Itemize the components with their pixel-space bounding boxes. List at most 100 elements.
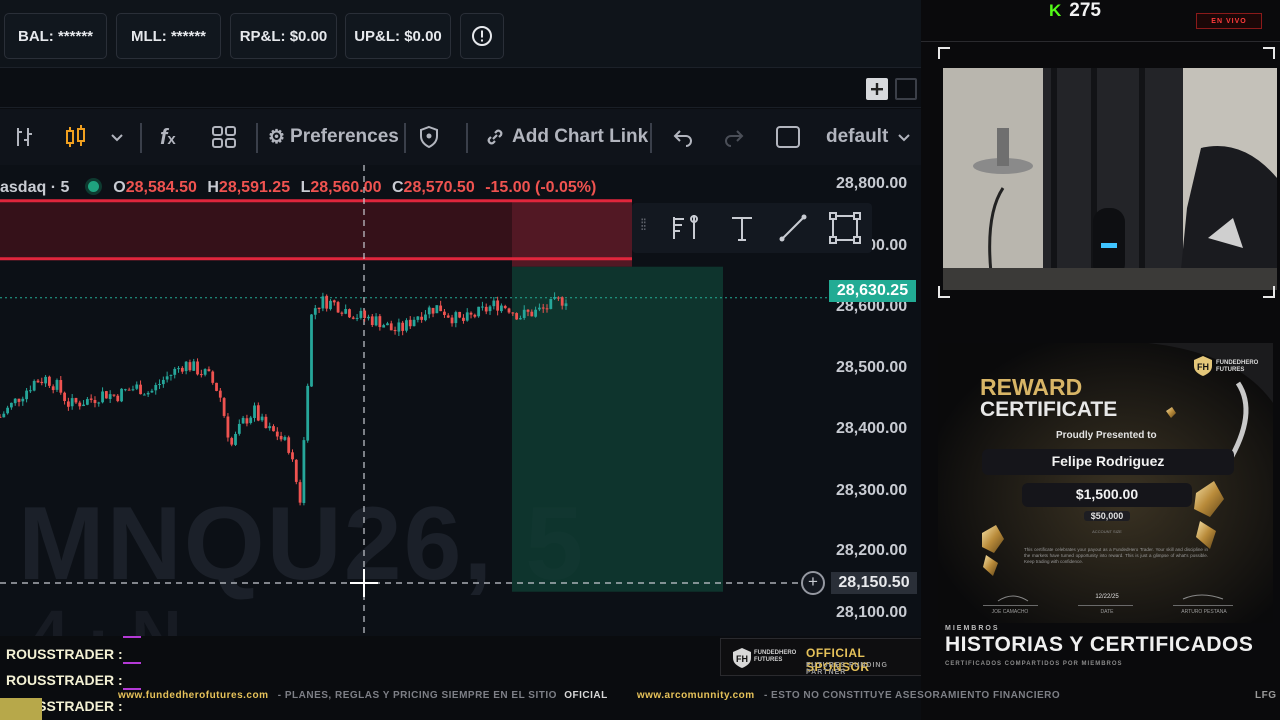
undo-button[interactable] xyxy=(672,109,694,165)
candle-body xyxy=(131,389,135,391)
candle-body xyxy=(241,417,245,424)
candle-body xyxy=(28,390,32,392)
axis-tick-label: 28,400.00 xyxy=(836,420,908,437)
candle-body xyxy=(367,316,370,319)
candle-body xyxy=(401,322,405,331)
candle-body xyxy=(503,305,507,309)
link-icon xyxy=(487,129,503,145)
candle-body xyxy=(2,413,6,418)
candle-body xyxy=(127,389,131,391)
candle-body xyxy=(302,440,306,503)
candle-body xyxy=(294,459,298,482)
cam-frame-corner xyxy=(1263,47,1275,59)
candle-body xyxy=(207,369,211,372)
candle-body xyxy=(443,311,446,316)
add-chart-link-button[interactable]: Add Chart Link xyxy=(484,109,648,165)
add-order-button[interactable]: + xyxy=(801,571,825,595)
price-chart[interactable]: MNQU26, 5 4 · N asdaq · 5 O28,584.50 H28… xyxy=(0,165,921,636)
toolbar-divider xyxy=(140,123,142,153)
candle-body xyxy=(161,379,165,385)
candle-body xyxy=(564,303,568,307)
upl-label: UP&L: $0.00 xyxy=(354,27,442,45)
high-value: 28,591.25 xyxy=(218,179,291,196)
screenshot-button[interactable] xyxy=(775,109,801,165)
add-panel-button[interactable] xyxy=(866,78,888,100)
candle-body xyxy=(370,316,374,326)
fib-tool-icon[interactable] xyxy=(670,213,702,243)
candle-body xyxy=(169,374,173,376)
text-tool-icon[interactable] xyxy=(728,213,756,243)
candle-body xyxy=(283,437,287,440)
indicators-button[interactable]: fx xyxy=(160,109,176,165)
info-button[interactable] xyxy=(460,13,504,59)
candle-body xyxy=(431,307,435,314)
candle-body xyxy=(116,395,120,402)
candle-body xyxy=(393,329,397,332)
high-label: H xyxy=(207,179,219,196)
layout-dropdown[interactable]: default xyxy=(826,109,912,165)
candle-body xyxy=(218,390,222,398)
ticker-end: LFG xyxy=(1255,690,1277,701)
chart-toolbar: fx ⚙ Preferences Add Chart Link default xyxy=(0,109,921,165)
candle-style-button[interactable] xyxy=(64,109,88,165)
cert-date: 12/22/25 xyxy=(1095,594,1119,600)
trendline-tool-icon[interactable] xyxy=(776,211,810,245)
cert-body: This certificate celebrates your payout … xyxy=(1024,547,1208,564)
candle-body xyxy=(101,391,104,403)
symbol-label: asdaq · 5 xyxy=(0,179,70,196)
axis-tick-label: 28,100.00 xyxy=(836,604,908,621)
candle-body xyxy=(47,376,51,386)
live-badge: EN VIVO xyxy=(1196,13,1262,29)
candle-body xyxy=(553,297,557,299)
candle-body xyxy=(351,317,355,319)
layouts-button[interactable] xyxy=(211,109,237,165)
ohlc-legend: asdaq · 5 O28,584.50 H28,591.25 L28,560.… xyxy=(0,179,596,197)
redo-button[interactable] xyxy=(723,109,745,165)
candle-body xyxy=(359,310,363,318)
candle-body xyxy=(458,311,462,318)
candle-body xyxy=(469,312,473,315)
candle-body xyxy=(104,391,108,399)
cert-recipient-name: Felipe Rodriguez xyxy=(1051,453,1165,469)
candle-body xyxy=(462,317,465,321)
webcam-feed xyxy=(943,68,1277,290)
balance-pill[interactable]: BAL: ****** xyxy=(4,13,107,59)
rpl-pill[interactable]: RP&L: $0.00 xyxy=(230,13,337,59)
svg-text:FH: FH xyxy=(736,654,748,664)
candle-body xyxy=(515,313,519,320)
maximize-panel-button[interactable] xyxy=(895,78,917,100)
chart-type-dropdown[interactable] xyxy=(108,109,126,165)
risk-shield-button[interactable] xyxy=(418,109,440,165)
function-icon: fx xyxy=(160,124,176,149)
upl-pill[interactable]: UP&L: $0.00 xyxy=(345,13,451,59)
candle-body xyxy=(25,390,28,400)
candle-body xyxy=(78,402,82,407)
open-label: O xyxy=(113,179,126,196)
candle-body xyxy=(492,300,496,307)
candle-body xyxy=(541,307,545,309)
candle-body xyxy=(378,316,382,328)
candle-body xyxy=(275,431,279,437)
compare-button[interactable] xyxy=(12,109,38,165)
layout-label: default xyxy=(826,126,889,147)
candle-body xyxy=(135,384,139,389)
candle-body xyxy=(473,314,477,317)
cert-date-label: DATE xyxy=(1100,609,1114,615)
chat-badge xyxy=(123,662,141,664)
close-value: 28,570.50 xyxy=(403,179,475,196)
candle-body xyxy=(374,316,378,326)
plus-icon xyxy=(871,83,883,95)
rectangle-tool-icon[interactable] xyxy=(828,211,862,245)
candle-body xyxy=(511,312,515,314)
cam-frame-corner xyxy=(1263,286,1275,298)
fundedhero-logo-icon: FH xyxy=(733,648,751,668)
preferences-button[interactable]: ⚙ Preferences xyxy=(268,109,399,165)
drag-handle-icon[interactable]: ⁞⁞ xyxy=(640,217,647,235)
candle-body xyxy=(211,371,215,383)
sponsor-banner: FH FUNDEDHERO FUTURES OFFICIAL SPONSOR F… xyxy=(720,638,926,676)
toolbar-divider xyxy=(404,123,406,153)
candle-body xyxy=(317,307,321,310)
svg-text:FH: FH xyxy=(1197,362,1209,372)
candle-body xyxy=(530,311,534,317)
mll-pill[interactable]: MLL: ****** xyxy=(116,13,221,59)
